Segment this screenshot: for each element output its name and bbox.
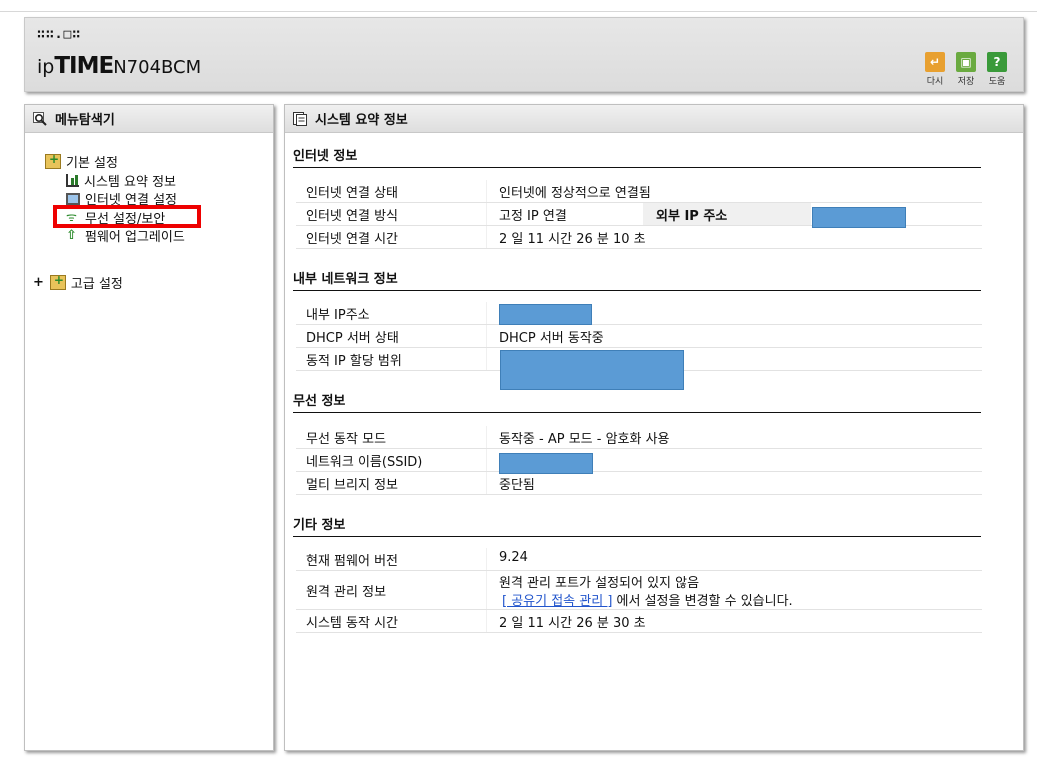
reload-label[interactable]: 다시 xyxy=(923,74,947,87)
firmware-version-row: 현재 펌웨어 버전 9.24 xyxy=(296,548,982,571)
save-icon[interactable]: ▣ xyxy=(956,52,976,72)
remote-management-row: 원격 관리 정보 원격 관리 포트가 설정되어 있지 않음 [ 공유기 접속 관… xyxy=(296,571,982,610)
help-label[interactable]: 도움 xyxy=(985,74,1009,87)
header-bar: ∷∷.□∷ ipTIMEN704BCM ↵ 다시 ▣ 저장 ? 도움 xyxy=(24,17,1024,92)
summary-title-bar: 시스템 요약 정보 xyxy=(285,105,1023,133)
magnifier-icon xyxy=(33,111,47,126)
summary-panel: 시스템 요약 정보 인터넷 정보 인터넷 연결 상태 인터넷에 정상적으로 연결… xyxy=(284,104,1024,751)
row-value: 9.24 xyxy=(499,550,528,565)
other-info-heading: 기타 정보 xyxy=(293,514,981,537)
top-divider xyxy=(0,11,1037,12)
system-uptime-row: 시스템 동작 시간 2 일 11 시간 26 분 30 초 xyxy=(296,610,982,633)
iptime-logo: ipTIMEN704BCM xyxy=(37,53,201,79)
row-label: 현재 펌웨어 버전 xyxy=(306,554,398,569)
remote-status-text: 원격 관리 포트가 설정되어 있지 않음 xyxy=(499,576,700,591)
wireless-info-heading: 무선 정보 xyxy=(293,390,981,413)
row-label: 원격 관리 정보 xyxy=(306,585,387,600)
help-icon[interactable]: ? xyxy=(987,52,1007,72)
wireless-mode-row: 무선 동작 모드 동작중 - AP 모드 - 암호화 사용 xyxy=(296,426,982,449)
document-icon xyxy=(293,111,307,126)
redacted-ssid xyxy=(499,453,593,474)
tree-item-firmware-upgrade[interactable]: ⇧ 펌웨어 업그레이드 xyxy=(66,226,185,245)
advanced-settings-label[interactable]: 고급 설정 xyxy=(71,273,123,292)
tree-item-system-summary[interactable]: 시스템 요약 정보 xyxy=(66,171,176,190)
monitor-icon xyxy=(66,192,80,205)
folder-icon xyxy=(45,152,61,169)
row-value: 고정 IP 연결 xyxy=(499,209,567,224)
model-name: N704BCM xyxy=(113,57,202,78)
row-value: 인터넷에 정상적으로 연결됨 xyxy=(499,186,651,201)
redacted-external-ip xyxy=(812,207,906,228)
row-label: 시스템 동작 시간 xyxy=(306,616,398,631)
internet-time-row: 인터넷 연결 시간 2 일 11 시간 26 분 10 초 xyxy=(296,226,982,249)
row-label: 인터넷 연결 시간 xyxy=(306,232,398,247)
upgrade-icon: ⇧ xyxy=(66,228,77,243)
redacted-ip-range xyxy=(500,350,684,390)
remote-admin-link[interactable]: [ 공유기 접속 관리 ] xyxy=(502,594,612,609)
logo-dots: ∷∷.□∷ xyxy=(37,27,82,42)
menu-explorer-panel: 메뉴탐색기 기본 설정 시스템 요약 정보 인터넷 연결 설정 ᯤ 무선 설정/… xyxy=(24,104,274,751)
row-value: 2 일 11 시간 26 분 30 초 xyxy=(499,616,646,631)
highlight-box xyxy=(53,205,201,228)
row-label: 내부 IP주소 xyxy=(306,308,370,323)
row-value: 중단됨 xyxy=(499,478,535,493)
row-value: 동작중 - AP 모드 - 암호화 사용 xyxy=(499,432,670,447)
row-label: 멀티 브리지 정보 xyxy=(306,478,398,493)
logo-time: TIME xyxy=(54,53,114,79)
row-label: DHCP 서버 상태 xyxy=(306,331,399,346)
row-label: 네트워크 이름(SSID) xyxy=(306,455,423,470)
tree-basic-settings[interactable]: 기본 설정 xyxy=(45,152,118,171)
row-value: 2 일 11 시간 26 분 10 초 xyxy=(499,232,646,247)
save-label[interactable]: 저장 xyxy=(954,74,978,87)
tree-advanced-settings[interactable]: + 고급 설정 xyxy=(33,273,123,292)
expand-plus-icon[interactable]: + xyxy=(33,275,44,290)
row-label: 무선 동작 모드 xyxy=(306,432,387,447)
page-title: 시스템 요약 정보 xyxy=(315,113,408,128)
save-button[interactable]: ▣ 저장 xyxy=(954,52,978,87)
remote-help-text: 에서 설정을 변경할 수 있습니다. xyxy=(612,594,793,609)
dhcp-status-row: DHCP 서버 상태 DHCP 서버 동작중 xyxy=(296,325,982,348)
menu-explorer-label: 메뉴탐색기 xyxy=(55,113,115,128)
row-value: DHCP 서버 동작중 xyxy=(499,331,604,346)
external-ip-label: 외부 IP 주소 xyxy=(656,209,728,224)
tree-item-label[interactable]: 펌웨어 업그레이드 xyxy=(85,226,185,245)
internet-info-heading: 인터넷 정보 xyxy=(293,145,981,168)
ssid-row: 네트워크 이름(SSID) xyxy=(296,449,982,472)
lan-ip-row: 내부 IP주소 xyxy=(296,302,982,325)
lan-info-heading: 내부 네트워크 정보 xyxy=(293,268,981,291)
reload-button[interactable]: ↵ 다시 xyxy=(923,52,947,87)
help-button[interactable]: ? 도움 xyxy=(985,52,1009,87)
folder-icon xyxy=(49,273,66,290)
remote-help-line: [ 공유기 접속 관리 ] 에서 설정을 변경할 수 있습니다. xyxy=(502,590,793,609)
logo-ip: ip xyxy=(37,56,55,78)
basic-settings-label[interactable]: 기본 설정 xyxy=(66,152,118,171)
menu-explorer-title: 메뉴탐색기 xyxy=(25,105,273,133)
row-label: 인터넷 연결 방식 xyxy=(306,209,398,224)
internet-status-row: 인터넷 연결 상태 인터넷에 정상적으로 연결됨 xyxy=(296,180,982,203)
chart-icon xyxy=(66,174,79,187)
row-label: 인터넷 연결 상태 xyxy=(306,186,398,201)
redacted-internal-ip xyxy=(499,304,592,325)
refresh-icon[interactable]: ↵ xyxy=(925,52,945,72)
multi-bridge-row: 멀티 브리지 정보 중단됨 xyxy=(296,472,982,495)
tree-item-label[interactable]: 시스템 요약 정보 xyxy=(84,171,176,190)
row-label: 동적 IP 할당 범위 xyxy=(306,354,402,369)
